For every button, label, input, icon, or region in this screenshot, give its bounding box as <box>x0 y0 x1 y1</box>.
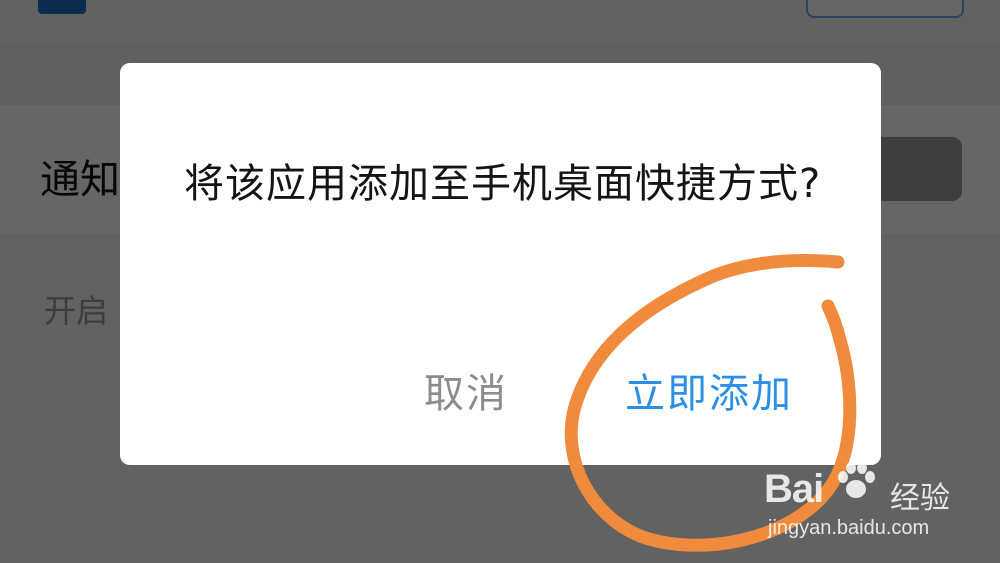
dialog-message: 将该应用添加至手机桌面快捷方式? <box>184 161 822 207</box>
paw-icon <box>838 462 875 498</box>
add-now-button[interactable]: 立即添加 <box>625 361 793 419</box>
baidu-jingyan-watermark: Bai 经验 jingyan.baidu.com <box>750 455 990 555</box>
watermark-url: jingyan.baidu.com <box>768 517 930 539</box>
phone-screen: 通知 开启 将该应用添加至手机桌面快捷方式? 取消 立即添加 Bai 经验 ji… <box>0 0 1000 563</box>
cancel-button[interactable]: 取消 <box>424 361 508 419</box>
watermark-brand: Bai <box>764 467 824 511</box>
add-shortcut-dialog: 将该应用添加至手机桌面快捷方式? 取消 立即添加 <box>120 63 881 465</box>
watermark-suffix: 经验 <box>890 481 950 516</box>
